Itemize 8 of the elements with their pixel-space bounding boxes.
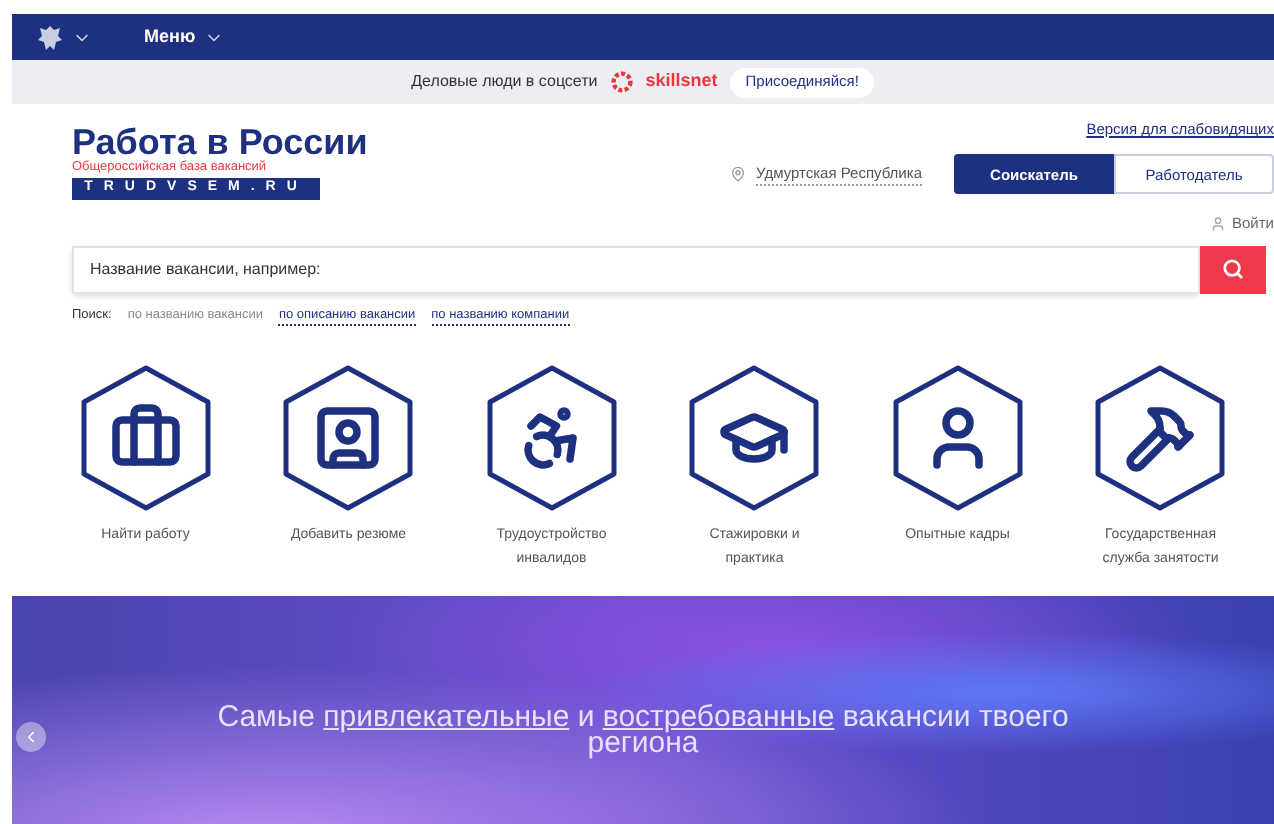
menu-button[interactable]: Меню	[144, 23, 224, 51]
search-field[interactable]: Название вакансии, например:	[72, 245, 1200, 293]
banner-headline: Самые привлекательные и востребованные вакансии твоего региона	[215, 704, 1071, 757]
headline-link[interactable]: востребованные	[602, 700, 835, 735]
logo-title: Работа в России	[72, 124, 368, 160]
promo-text: Деловые люди в соцсети	[411, 70, 598, 94]
headline-link[interactable]: привлекательные	[323, 700, 570, 735]
brand-logo: skillsnet	[645, 68, 718, 95]
